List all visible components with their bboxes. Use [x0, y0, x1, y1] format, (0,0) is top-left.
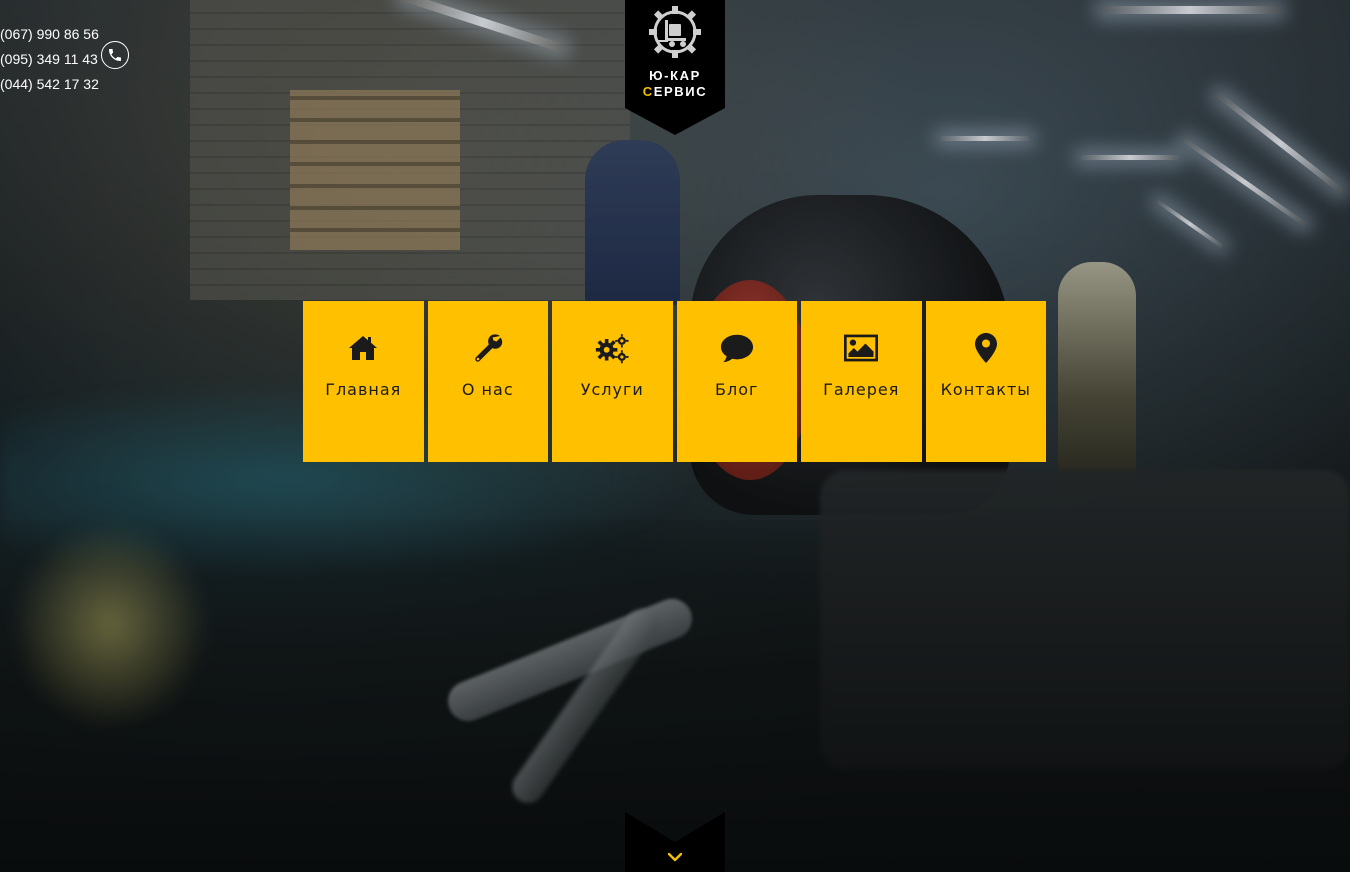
nav-item-contacts[interactable]: Контакты	[925, 301, 1046, 462]
logo-text-part: Ю-	[649, 68, 671, 83]
phone-icon	[101, 41, 129, 69]
main-nav: Главная О нас Услуги Блог Галерея Контак…	[303, 301, 1046, 462]
nav-label: О нас	[461, 380, 514, 399]
nav-item-gallery[interactable]: Галерея	[801, 301, 922, 462]
picture-icon	[844, 331, 879, 365]
gear-forklift-icon	[649, 6, 701, 58]
hero-section: (067) 990 86 56 (095) 349 11 43 (044) 54…	[0, 0, 1350, 872]
logo[interactable]: Ю-КАР СЕРВИС	[625, 0, 725, 135]
nav-label: Контакты	[940, 380, 1031, 399]
phone-list: (067) 990 86 56 (095) 349 11 43 (044) 54…	[0, 22, 99, 97]
nav-label: Главная	[325, 380, 402, 399]
chevron-down-icon	[667, 850, 683, 864]
home-icon	[346, 331, 380, 365]
nav-label: Блог	[715, 380, 759, 399]
logo-text-part: ЕРВИС	[653, 84, 708, 99]
nav-label: Галерея	[823, 380, 900, 399]
logo-text-part: КАР	[670, 68, 701, 83]
scroll-down-button[interactable]	[625, 812, 725, 872]
logo-text: Ю-КАР СЕРВИС	[625, 68, 725, 100]
gears-icon	[595, 331, 629, 365]
nav-item-blog[interactable]: Блог	[676, 301, 797, 462]
phone-number[interactable]: (044) 542 17 32	[0, 72, 99, 97]
nav-item-home[interactable]: Главная	[303, 301, 424, 462]
comment-icon	[720, 331, 754, 365]
nav-label: Услуги	[580, 380, 644, 399]
logo-text-accent: С	[642, 84, 654, 99]
wrench-icon	[471, 331, 505, 365]
phone-number[interactable]: (095) 349 11 43	[0, 47, 99, 72]
map-marker-icon	[969, 331, 1003, 365]
nav-item-about[interactable]: О нас	[427, 301, 548, 462]
nav-item-services[interactable]: Услуги	[552, 301, 673, 462]
phone-number[interactable]: (067) 990 86 56	[0, 22, 99, 47]
